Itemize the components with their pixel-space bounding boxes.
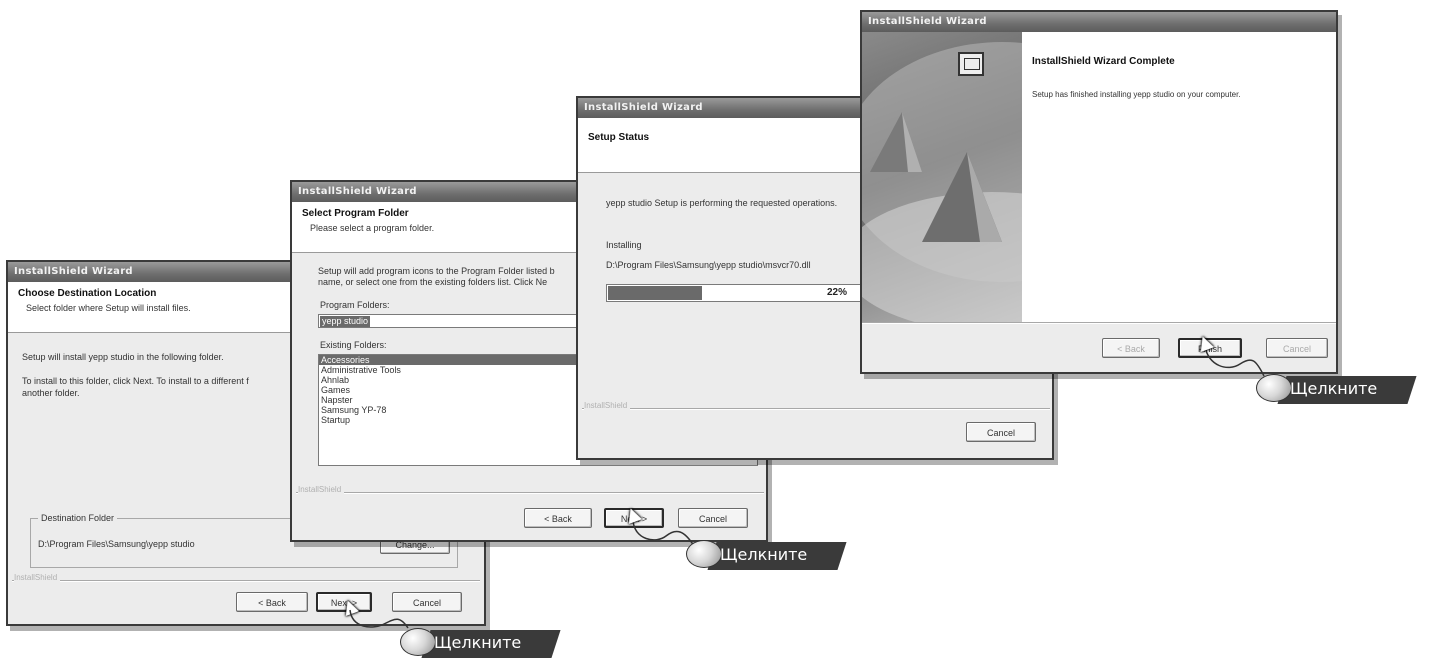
mouse-icon (1256, 374, 1292, 402)
callout-label: Щелкните (434, 633, 522, 652)
click-callout: Щелкните (686, 536, 856, 576)
click-callout: Щелкните (1256, 370, 1426, 410)
click-callout: Щелкните (400, 624, 570, 664)
mouse-icon (686, 540, 722, 568)
mouse-icon (400, 628, 436, 656)
callout-label: Щелкните (1290, 379, 1378, 398)
callout-label: Щелкните (720, 545, 808, 564)
